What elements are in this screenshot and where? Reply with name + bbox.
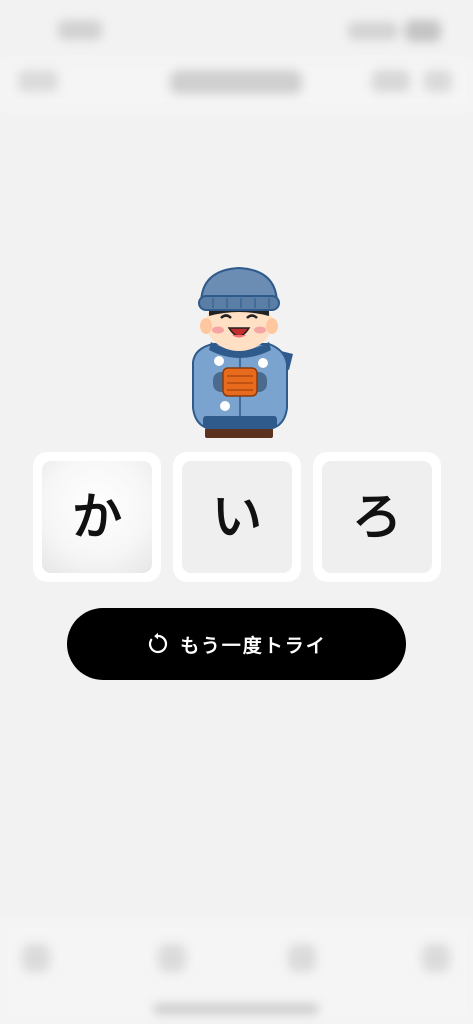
boy-winter-illustration <box>183 258 298 443</box>
status-bar <box>0 0 473 60</box>
tile-2-inner: い <box>182 461 292 573</box>
nav-title <box>170 70 302 94</box>
signal-icon <box>348 22 398 40</box>
battery-icon <box>405 20 441 42</box>
retry-icon <box>146 632 170 656</box>
nav-action-button[interactable] <box>372 70 410 92</box>
tile-1-char: か <box>72 488 122 546</box>
tile-3-inner: ろ <box>322 461 432 573</box>
tile-1[interactable]: か <box>33 452 161 582</box>
tile-2[interactable]: い <box>173 452 301 582</box>
tile-3-char: ろ <box>352 488 402 546</box>
home-indicator <box>153 1004 319 1014</box>
status-time <box>58 20 102 40</box>
nav-menu-button[interactable] <box>424 70 452 92</box>
tile-3[interactable]: ろ <box>313 452 441 582</box>
tab-bar <box>0 920 473 1024</box>
answer-tiles: か い ろ <box>33 452 441 582</box>
tile-2-char: い <box>212 488 262 546</box>
retry-label: もう一度トライ <box>180 634 327 657</box>
tile-1-inner: か <box>42 461 152 573</box>
retry-button[interactable]: もう一度トライ <box>67 608 406 680</box>
back-button[interactable] <box>18 70 58 92</box>
tab-4-icon[interactable] <box>422 944 450 972</box>
tab-3-icon[interactable] <box>288 944 316 972</box>
tab-1-icon[interactable] <box>22 944 50 972</box>
tab-2-icon[interactable] <box>158 944 186 972</box>
nav-bar <box>0 60 473 110</box>
